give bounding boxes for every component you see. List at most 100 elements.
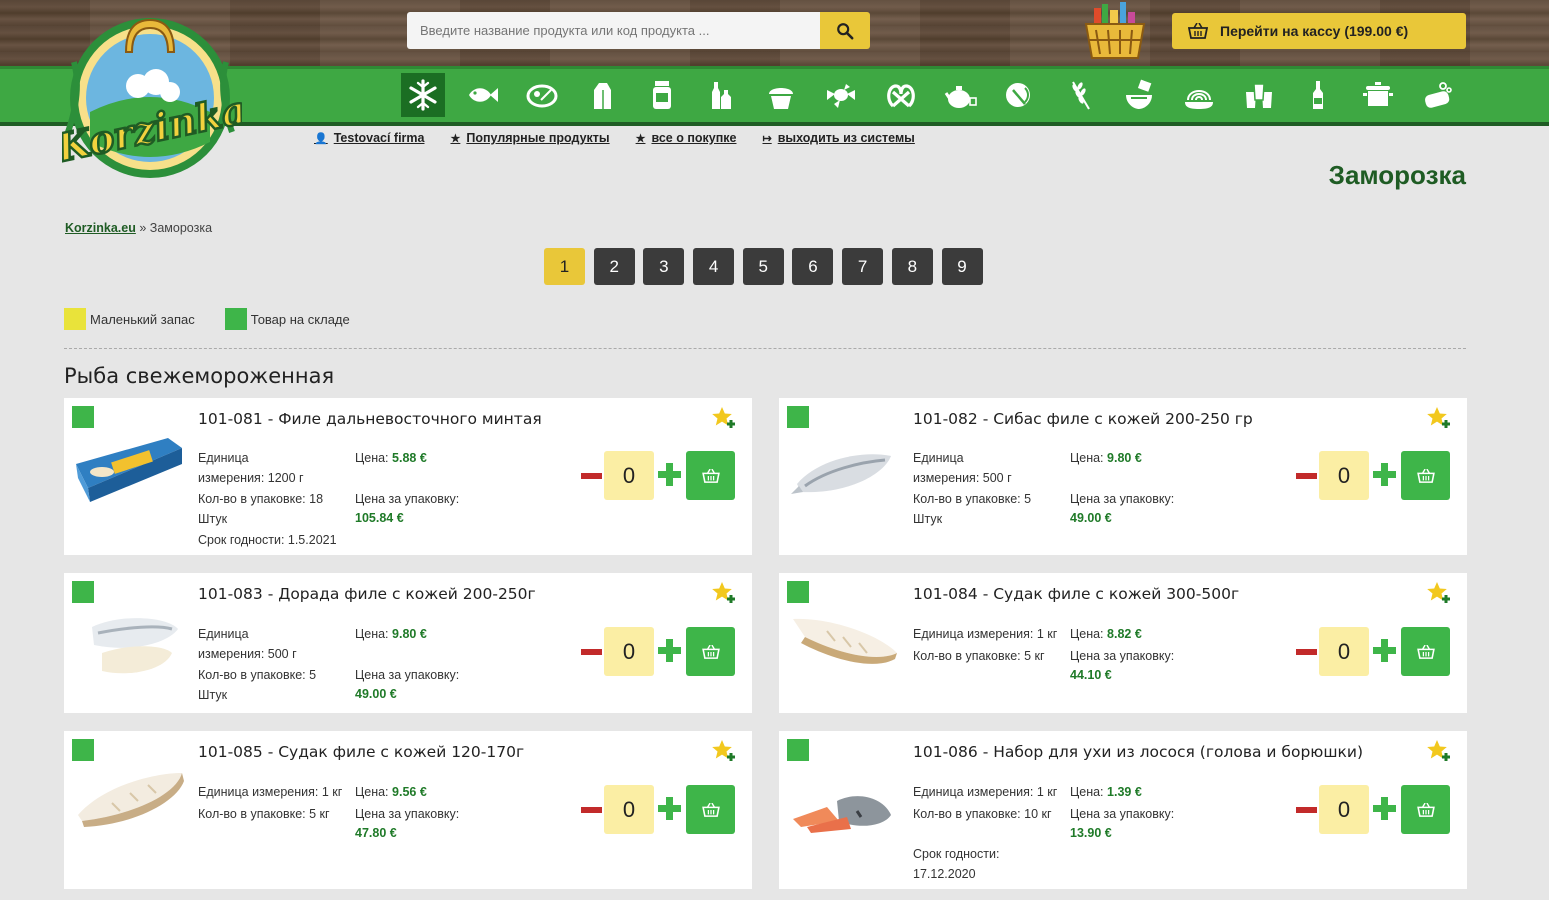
add-favorite-star-icon[interactable] (1427, 406, 1451, 432)
product-name[interactable]: 101-084 - Судак филе с кожей 300-500г (913, 585, 1239, 603)
basket-icon (701, 802, 720, 817)
increase-button[interactable] (656, 461, 685, 490)
company-link[interactable]: 👤 Testovací firma (314, 131, 424, 145)
price-info: Цена: 5.88 € Цена за упаковку: 105.84 € (355, 451, 460, 525)
quantity-control: 0 (1294, 785, 1450, 834)
add-to-cart-button[interactable] (1401, 627, 1450, 676)
product-name[interactable]: 101-085 - Судак филе с кожей 120-170г (198, 743, 524, 761)
category-tea[interactable] (938, 73, 982, 117)
decrease-button[interactable] (579, 464, 603, 488)
bottles-icon (712, 82, 732, 109)
category-meat[interactable] (520, 73, 564, 117)
unit-info: Единица измерения: 500 г Кол-во в упаков… (198, 627, 317, 702)
popular-products-link[interactable]: ★ Популярные продукты (450, 131, 609, 145)
price-info: Цена: 8.82 € Цена за упаковку: 44.10 € (1070, 627, 1175, 682)
search-button[interactable] (820, 12, 870, 49)
page-4[interactable]: 4 (693, 248, 735, 285)
category-jars[interactable] (640, 73, 684, 117)
unit-info: Единица измерения: 1200 г Кол-во в упако… (198, 451, 337, 547)
quantity-value[interactable]: 0 (1319, 451, 1369, 500)
page-7[interactable]: 7 (842, 248, 884, 285)
soap-icon (1424, 82, 1452, 108)
category-wine[interactable] (1296, 73, 1340, 117)
product-name[interactable]: 101-083 - Дорада филе с кожей 200-250г (198, 585, 536, 603)
add-to-cart-button[interactable] (1401, 785, 1450, 834)
cupcake-icon (769, 88, 794, 109)
category-candy[interactable] (819, 73, 863, 117)
price-info: Цена: 9.56 € Цена за упаковку: 47.80 € (355, 785, 460, 840)
product-image[interactable] (787, 613, 899, 683)
logout-link[interactable]: ↦ выходить из системы (762, 131, 914, 145)
search-bar (407, 12, 870, 49)
wine-bottle-icon (1313, 81, 1324, 109)
checkout-button[interactable]: Перейти на кассу (199.00 €) (1172, 13, 1466, 49)
section-title: Рыба свежемороженная (64, 364, 335, 388)
add-favorite-star-icon[interactable] (1427, 739, 1451, 765)
add-favorite-star-icon[interactable] (712, 581, 736, 607)
about-purchase-link[interactable]: ★ все о покупке (636, 131, 737, 145)
basket-icon (1416, 468, 1435, 483)
basket-icon (701, 468, 720, 483)
product-name[interactable]: 101-082 - Сибас филе с кожей 200-250 гр (913, 410, 1253, 428)
category-frozen[interactable] (401, 73, 445, 117)
add-favorite-star-icon[interactable] (712, 406, 736, 432)
category-soups[interactable] (1117, 73, 1161, 117)
add-to-cart-button[interactable] (686, 451, 735, 500)
quantity-value[interactable]: 0 (604, 451, 654, 500)
in-stock-indicator (72, 739, 94, 761)
price-info: Цена: 1.39 € Цена за упаковку: 13.90 € (1070, 785, 1175, 840)
quantity-value[interactable]: 0 (604, 627, 654, 676)
add-favorite-star-icon[interactable] (712, 739, 736, 765)
shopping-basket-icon[interactable] (1082, 2, 1148, 64)
page-5[interactable]: 5 (742, 248, 784, 285)
page-3[interactable]: 3 (643, 248, 685, 285)
decrease-button[interactable] (1294, 640, 1318, 664)
decrease-button[interactable] (579, 640, 603, 664)
category-vegetables[interactable] (998, 73, 1042, 117)
product-name[interactable]: 101-086 - Набор для ухи из лосося (голов… (913, 743, 1363, 761)
add-to-cart-button[interactable] (686, 785, 735, 834)
page-6[interactable]: 6 (792, 248, 834, 285)
search-input[interactable] (407, 12, 820, 49)
quantity-value[interactable]: 0 (604, 785, 654, 834)
add-to-cart-button[interactable] (686, 627, 735, 676)
category-pasta[interactable] (1177, 73, 1221, 117)
category-snacks[interactable] (879, 73, 923, 117)
increase-button[interactable] (1371, 795, 1400, 824)
product-name[interactable]: 101-081 - Филе дальневосточного минтая (198, 410, 542, 428)
page-8[interactable]: 8 (891, 248, 933, 285)
category-cups[interactable] (1237, 73, 1281, 117)
product-image[interactable] (787, 787, 899, 857)
decrease-button[interactable] (579, 798, 603, 822)
decrease-button[interactable] (1294, 464, 1318, 488)
breadcrumb-home[interactable]: Korzinka.eu (65, 221, 136, 235)
increase-button[interactable] (656, 795, 685, 824)
increase-button[interactable] (1371, 637, 1400, 666)
add-favorite-star-icon[interactable] (1427, 581, 1451, 607)
korzinka-logo[interactable]: Korzinka (62, 12, 242, 184)
category-cleaning[interactable] (1416, 73, 1460, 117)
quantity-value[interactable]: 0 (1319, 785, 1369, 834)
category-drinks[interactable] (699, 73, 743, 117)
pot-icon (1363, 82, 1393, 106)
category-bakery[interactable] (759, 73, 803, 117)
basket-icon (1416, 802, 1435, 817)
page-9[interactable]: 9 (941, 248, 983, 285)
increase-button[interactable] (1371, 461, 1400, 490)
product-image[interactable] (72, 613, 184, 683)
category-grain[interactable] (1058, 73, 1102, 117)
add-to-cart-button[interactable] (1401, 451, 1450, 500)
category-dairy[interactable] (580, 73, 624, 117)
product-image[interactable] (72, 769, 184, 839)
product-image[interactable] (72, 434, 184, 504)
quantity-control: 0 (579, 785, 735, 834)
page-1[interactable]: 1 (544, 248, 585, 285)
product-image[interactable] (787, 442, 899, 512)
logout-icon: ↦ (762, 132, 772, 145)
quantity-value[interactable]: 0 (1319, 627, 1369, 676)
page-2[interactable]: 2 (593, 248, 635, 285)
category-fish[interactable] (461, 73, 505, 117)
decrease-button[interactable] (1294, 798, 1318, 822)
category-cookware[interactable] (1356, 73, 1400, 117)
increase-button[interactable] (656, 637, 685, 666)
